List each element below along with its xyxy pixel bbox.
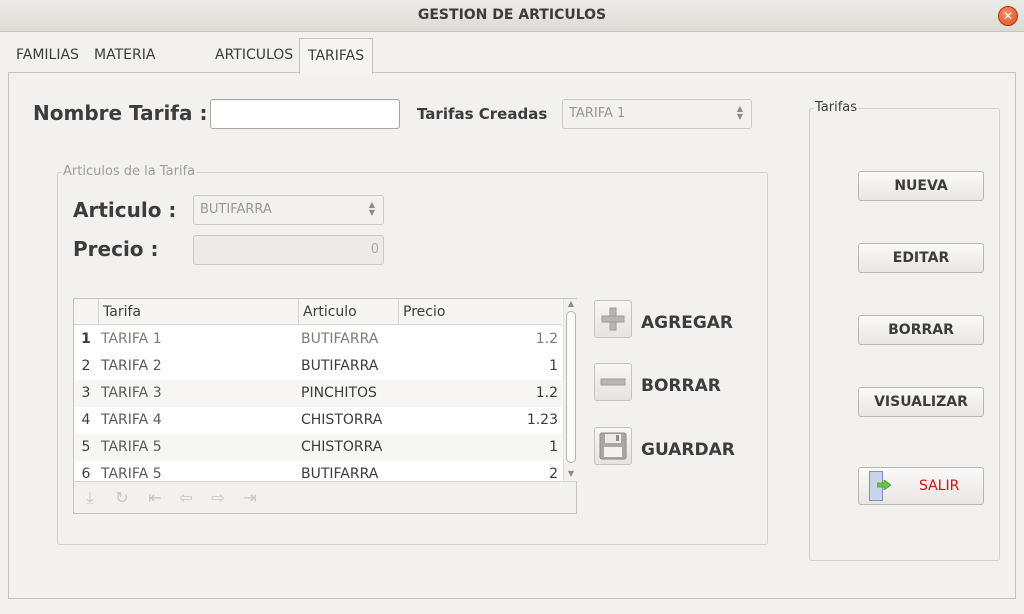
table-header: Tarifa Articulo Precio [74, 299, 562, 325]
plus-icon [601, 307, 625, 331]
guardar-button[interactable] [594, 427, 632, 465]
column-header-tarifa[interactable]: Tarifa [98, 299, 298, 325]
title-bar: GESTION DE ARTICULOS ✕ [0, 0, 1024, 32]
cell-tarifa[interactable]: TARIFA 1 [101, 326, 162, 353]
cell-tarifa[interactable]: TARIFA 2 [101, 353, 162, 380]
row-number: 2 [81, 358, 91, 374]
nueva-button[interactable]: NUEVA [858, 171, 984, 201]
scrollbar-thumb[interactable] [566, 311, 576, 463]
precio-input[interactable]: 0 [193, 235, 384, 265]
table-row[interactable]: 4 TARIFA 4 CHISTORRA 1.23 [74, 407, 562, 434]
articulo-label: Articulo : [73, 198, 177, 222]
agregar-label[interactable]: AGREGAR [641, 313, 733, 333]
borrar-row-label[interactable]: BORRAR [641, 376, 721, 396]
floppy-disk-icon [599, 432, 627, 460]
tarifas-creadas-value: TARIFA 1 [569, 106, 626, 121]
cell-precio[interactable]: 2 [549, 461, 558, 480]
tab-familias[interactable]: FAMILIAS [8, 38, 87, 73]
nombre-tarifa-input[interactable] [210, 99, 400, 129]
table-row[interactable]: 1 TARIFA 1 BUTIFARRA 1.2 [74, 326, 562, 353]
tab-materia-prima[interactable]: MATERIA PRIMA [86, 38, 163, 97]
salir-label: SALIR [919, 478, 960, 494]
column-header-precio[interactable]: Precio [398, 299, 562, 325]
tarifas-creadas-label: Tarifas Creadas [417, 105, 548, 123]
minus-icon [600, 378, 626, 386]
row-number: 6 [81, 466, 91, 480]
table-navigation-bar: ⤓ ↻ ⇤ ⇦ ⇨ ⇥ [74, 481, 576, 513]
scroll-up-icon[interactable]: ▲ [566, 299, 576, 308]
guardar-label[interactable]: GUARDAR [641, 440, 735, 460]
cell-precio[interactable]: 1.2 [536, 380, 558, 407]
cell-tarifa[interactable]: TARIFA 5 [101, 461, 162, 480]
table-vertical-scrollbar[interactable]: ▲ ▼ [563, 299, 577, 481]
chevron-updown-icon: ▲ ▼ [368, 200, 375, 217]
cell-articulo[interactable]: BUTIFARRA [301, 461, 378, 480]
articulo-select[interactable]: BUTIFARRA ▲ ▼ [193, 195, 384, 225]
window-title: GESTION DE ARTICULOS [417, 7, 607, 23]
tarifas-creadas-select[interactable]: TARIFA 1 ▲ ▼ [562, 99, 752, 129]
table-row[interactable]: 5 TARIFA 5 CHISTORRA 1 [74, 434, 562, 461]
articulo-value: BUTIFARRA [200, 202, 272, 217]
articulos-group-title: Articulos de la Tarifa [62, 164, 197, 179]
cell-articulo[interactable]: CHISTORRA [301, 407, 382, 434]
table-body: 1 TARIFA 1 BUTIFARRA 1.2 2 TARIFA 2 BUTI… [74, 326, 562, 480]
tarifas-table: Tarifa Articulo Precio 1 TARIFA 1 BUTIFA… [73, 298, 577, 514]
cell-articulo[interactable]: PINCHITOS [301, 380, 377, 407]
row-number: 4 [81, 412, 91, 428]
scroll-down-icon[interactable]: ▼ [566, 469, 576, 478]
chevron-updown-icon: ▲ ▼ [736, 104, 743, 121]
borrar-row-button[interactable] [594, 363, 632, 401]
row-number: 3 [81, 385, 91, 401]
tab-articulos[interactable]: ARTICULOS [207, 38, 301, 73]
column-header-articulo[interactable]: Articulo [298, 299, 398, 325]
tab-tarifas[interactable]: TARIFAS [299, 38, 374, 74]
visualizar-button[interactable]: VISUALIZAR [858, 387, 984, 417]
cell-tarifa[interactable]: TARIFA 5 [101, 434, 162, 461]
last-record-icon[interactable]: ⇥ [239, 487, 261, 509]
editar-button[interactable]: EDITAR [858, 243, 984, 273]
close-icon[interactable]: ✕ [998, 6, 1018, 26]
table-row[interactable]: 6 TARIFA 5 BUTIFARRA 2 [74, 461, 562, 480]
row-number: 1 [81, 331, 91, 347]
table-corner [74, 299, 98, 325]
cell-tarifa[interactable]: TARIFA 4 [101, 407, 162, 434]
previous-record-icon[interactable]: ⇦ [175, 487, 197, 509]
cell-articulo[interactable]: BUTIFARRA [301, 353, 378, 380]
next-record-icon[interactable]: ⇨ [207, 487, 229, 509]
cell-precio[interactable]: 1 [549, 353, 558, 380]
refresh-icon[interactable]: ↻ [111, 487, 133, 509]
first-record-icon[interactable]: ⇤ [144, 487, 166, 509]
cell-articulo[interactable]: BUTIFARRA [301, 326, 378, 353]
cell-precio[interactable]: 1.23 [527, 407, 558, 434]
borrar-tarifa-button[interactable]: BORRAR [858, 315, 984, 345]
agregar-button[interactable] [594, 300, 632, 338]
salir-button[interactable]: SALIR [858, 467, 984, 505]
precio-label: Precio : [73, 237, 159, 261]
nombre-tarifa-label: Nombre Tarifa : [33, 101, 208, 125]
cell-tarifa[interactable]: TARIFA 3 [101, 380, 162, 407]
arrow-right-icon [877, 480, 891, 490]
cell-articulo[interactable]: CHISTORRA [301, 434, 382, 461]
table-row[interactable]: 2 TARIFA 2 BUTIFARRA 1 [74, 353, 562, 380]
download-icon[interactable]: ⤓ [79, 487, 101, 509]
cell-precio[interactable]: 1.2 [536, 326, 558, 353]
cell-precio[interactable]: 1 [549, 434, 558, 461]
row-number: 5 [81, 439, 91, 455]
table-row[interactable]: 3 TARIFA 3 PINCHITOS 1.2 [74, 380, 562, 407]
tarifas-panel-title: Tarifas [814, 100, 859, 115]
